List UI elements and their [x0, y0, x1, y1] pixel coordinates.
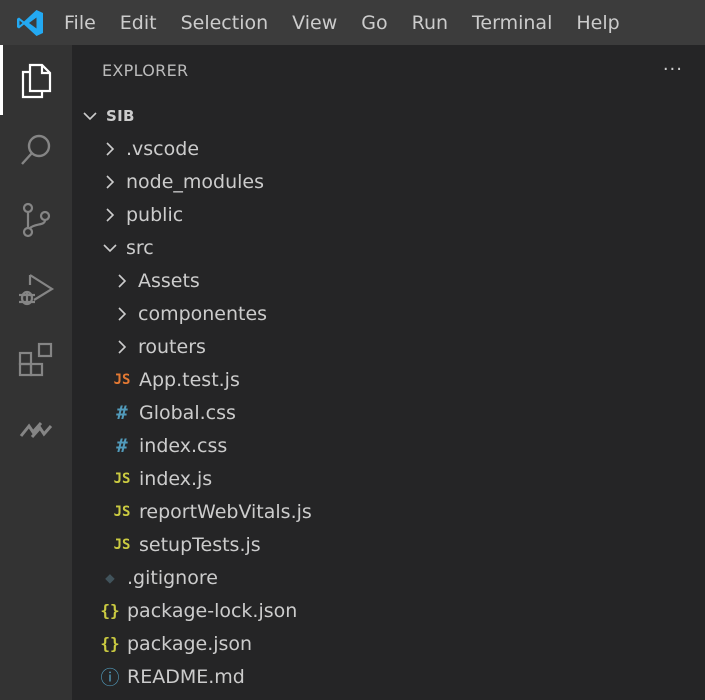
js-file-icon: JS	[113, 470, 131, 487]
menu-help[interactable]: Help	[564, 0, 631, 45]
css-file-icon: #	[116, 401, 128, 424]
tree-item-label: reportWebVitals.js	[139, 500, 312, 523]
tree-item-label: setupTests.js	[139, 533, 261, 556]
folder-item[interactable]: .vscode	[72, 132, 705, 165]
tree-item-label: public	[126, 203, 184, 226]
tree-item-label: src	[126, 236, 154, 259]
chevron-right-icon	[100, 205, 120, 225]
chevron-right-icon	[112, 271, 132, 291]
title-bar: File Edit Selection View Go Run Terminal Help	[0, 0, 705, 45]
file-item[interactable]: {} package-lock.json	[72, 594, 705, 627]
css-file-icon: #	[116, 434, 128, 457]
tree-item-label: index.js	[139, 467, 213, 490]
tree-item-label: node_modules	[126, 170, 265, 193]
file-item[interactable]: {} package.json	[72, 627, 705, 660]
menu-edit[interactable]: Edit	[108, 0, 169, 45]
chevron-down-icon	[100, 238, 120, 258]
folder-item[interactable]: routers	[72, 330, 705, 363]
file-item[interactable]: JS reportWebVitals.js	[72, 495, 705, 528]
git-file-icon: ◆	[105, 568, 115, 587]
sidebar-title: EXPLORER	[102, 61, 189, 80]
tree-item-label: .gitignore	[127, 566, 218, 589]
js-file-icon: JS	[113, 503, 131, 520]
file-item[interactable]: # index.css	[72, 429, 705, 462]
tree-item-label: App.test.js	[139, 368, 240, 391]
tree-item-label: Assets	[138, 269, 200, 292]
js-file-icon: JS	[113, 536, 131, 553]
menu-file[interactable]: File	[60, 0, 108, 45]
folder-item[interactable]: public	[72, 198, 705, 231]
file-item[interactable]: JS setupTests.js	[72, 528, 705, 561]
chevron-right-icon	[112, 337, 132, 357]
folder-item[interactable]: Assets	[72, 264, 705, 297]
tree-item-label: package-lock.json	[127, 599, 298, 622]
tree-item-label: Global.css	[139, 401, 236, 424]
search-icon[interactable]	[0, 115, 72, 185]
chevron-right-icon	[112, 304, 132, 324]
json-file-icon: {}	[100, 601, 120, 620]
extensions-icon[interactable]	[0, 325, 72, 395]
menu-terminal[interactable]: Terminal	[460, 0, 564, 45]
json-file-icon: {}	[100, 634, 120, 653]
file-item[interactable]: ⓘ README.md	[72, 660, 705, 693]
source-control-icon[interactable]	[0, 185, 72, 255]
explorer-icon[interactable]	[0, 45, 72, 115]
tree-root-sib[interactable]: SIB	[72, 99, 705, 132]
menu-view[interactable]: View	[280, 0, 349, 45]
menu-run[interactable]: Run	[400, 0, 460, 45]
tree-item-label: index.css	[139, 434, 228, 457]
more-actions-icon[interactable]: ···	[663, 59, 683, 80]
explorer-sidebar: EXPLORER ··· SIB .vscode node_modulespubl…	[72, 45, 705, 700]
folder-item[interactable]: componentes	[72, 297, 705, 330]
activity-bar	[0, 45, 72, 700]
file-item[interactable]: ◆ .gitignore	[72, 561, 705, 594]
tree-item-label: routers	[138, 335, 206, 358]
live-share-icon[interactable]	[0, 395, 72, 465]
chevron-right-icon	[100, 139, 120, 159]
file-item[interactable]: JS index.js	[72, 462, 705, 495]
tree-item-label: package.json	[127, 632, 253, 655]
chevron-down-icon	[80, 106, 100, 126]
chevron-right-icon	[100, 172, 120, 192]
tree-item-label: .vscode	[126, 137, 200, 160]
file-item[interactable]: # Global.css	[72, 396, 705, 429]
menu-go[interactable]: Go	[349, 0, 399, 45]
js-test-file-icon: JS	[113, 371, 131, 388]
file-item[interactable]: JS App.test.js	[72, 363, 705, 396]
tree-item-label: README.md	[127, 665, 245, 688]
tree-item-label: componentes	[138, 302, 268, 325]
folder-item[interactable]: src	[72, 231, 705, 264]
vscode-logo-icon	[0, 0, 60, 45]
workspace-root-label: SIB	[106, 106, 135, 125]
menu-selection[interactable]: Selection	[169, 0, 281, 45]
run-debug-icon[interactable]	[0, 255, 72, 325]
info-file-icon: ⓘ	[100, 667, 120, 689]
folder-item[interactable]: node_modules	[72, 165, 705, 198]
